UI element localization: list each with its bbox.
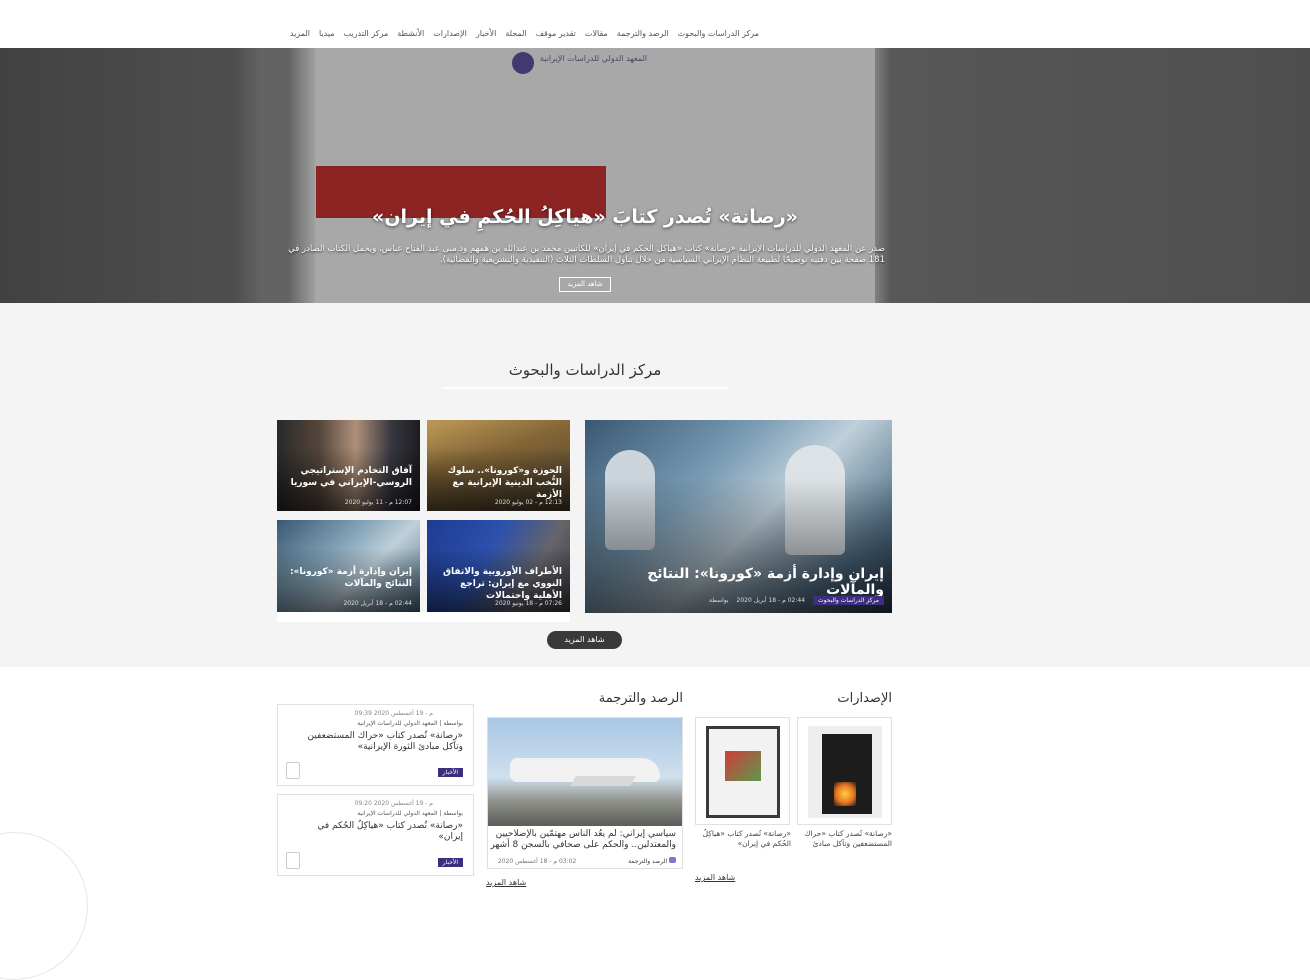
hero-title[interactable]: «رصانة» تُصدر كتابَ «هياكِلُ الحُكمِ في … [0, 206, 1170, 228]
featured-study-title[interactable]: إيران وإدارة أزمة «كورونا»: النتائج والم… [593, 566, 884, 598]
monitoring-card[interactable]: سياسي إيراني: لم يعُد الناس مهتمّين بالإ… [487, 717, 683, 869]
hero-more-button[interactable]: شاهد المزيد [559, 277, 611, 292]
book-cover [706, 726, 780, 818]
study-card-date: 12:13 م - 02 يوليو 2020 [494, 499, 562, 506]
nav-item-news[interactable]: الأخبار [476, 29, 496, 38]
news-card[interactable]: 09:20 م - 19 أغسطس 2020 بواسطة | المعهد … [277, 794, 474, 876]
card-footer-strip [277, 612, 570, 622]
decorative-circle [0, 832, 88, 980]
news-date: 09:39 م - 19 أغسطس 2020 [354, 710, 433, 717]
airplane-image [488, 718, 682, 826]
news-author: بواسطة | المعهد الدولي للدراسات الإيراني… [357, 720, 463, 727]
category-icon [669, 857, 676, 863]
publication-card[interactable] [797, 717, 892, 825]
publication-card[interactable] [695, 717, 790, 825]
study-card[interactable]: الحوزة و«كورونا».. سلوك النُّخب الدينية … [427, 420, 570, 511]
hero-banner: المعهد الدولي للدراسات الإيرانية «رصانة»… [0, 48, 1310, 303]
document-icon [286, 852, 300, 869]
nav-item-media[interactable]: ميديا [319, 29, 335, 38]
nav-item-training[interactable]: مركز التدريب [344, 29, 389, 38]
nav-item-journal[interactable]: المجلة [505, 29, 526, 38]
document-icon [286, 762, 300, 779]
study-card-title[interactable]: الأطراف الأوروبية والاتفاق النووي مع إير… [435, 566, 562, 602]
featured-study-meta: مركز الدراسات والبحوث 02:44 م - 18 أبريل… [709, 596, 884, 605]
monitoring-item-date: 03:02 م - 18 أغسطس 2020 [497, 858, 577, 865]
news-card[interactable]: 09:39 م - 19 أغسطس 2020 بواسطة | المعهد … [277, 704, 474, 786]
nav-item-more[interactable]: المزيد [290, 29, 310, 38]
featured-study-card[interactable]: إيران وإدارة أزمة «كورونا»: النتائج والم… [585, 420, 892, 613]
study-card-title[interactable]: الحوزة و«كورونا».. سلوك النُّخب الدينية … [435, 465, 562, 501]
category-badge[interactable]: مركز الدراسات والبحوث [812, 596, 884, 605]
monitoring-item-title[interactable]: سياسي إيراني: لم يعُد الناس مهتمّين بالإ… [490, 829, 676, 851]
nav-item-position[interactable]: تقدير موقف [536, 29, 576, 38]
news-date: 09:20 م - 19 أغسطس 2020 [354, 800, 433, 807]
study-card-title[interactable]: آفاق التخادم الإستراتيجي الروسي-الإيراني… [285, 465, 412, 489]
study-card[interactable]: الأطراف الأوروبية والاتفاق النووي مع إير… [427, 520, 570, 612]
top-nav: مركز الدراسات والبحوث الرصد والترجمة مقا… [0, 0, 1310, 48]
nav-item-articles[interactable]: مقالات [585, 29, 608, 38]
studies-more-button[interactable]: شاهد المزيد [547, 631, 622, 649]
monitoring-more-link[interactable]: شاهد المزيد [486, 878, 526, 887]
publications-more-link[interactable]: شاهد المزيد [695, 873, 735, 882]
news-category-badge[interactable]: الأخبار [437, 858, 463, 867]
featured-study-by: بواسطة [708, 597, 729, 604]
hero-description: صدر عن المعهد الدولي للدراسات الإيرانية … [288, 244, 885, 265]
book-cover-graphic [725, 751, 761, 781]
study-card[interactable]: إيران وإدارة أزمة «كورونا»: النتائج والم… [277, 520, 420, 612]
nav-menu: مركز الدراسات والبحوث الرصد والترجمة مقا… [290, 29, 759, 38]
publication-caption[interactable]: «رصانة» تُصدر كتاب «هياكِلُ الحُكم في إي… [695, 829, 791, 849]
monitoring-title: الرصد والترجمة [598, 691, 683, 706]
news-title[interactable]: «رصانة» تُصدر كتاب «هياكِلُ الحُكم في إي… [293, 821, 463, 843]
section-underline [443, 387, 727, 389]
news-author: بواسطة | المعهد الدولي للدراسات الإيراني… [357, 810, 463, 817]
airplane-wing [570, 776, 636, 786]
monitoring-item-category[interactable]: الرصد والترجمة [628, 858, 667, 865]
news-title[interactable]: «رصانة» تُصدر كتاب «حراك المستضعفين وتآك… [293, 731, 463, 753]
nav-item-studies[interactable]: مركز الدراسات والبحوث [678, 29, 759, 38]
study-card[interactable]: آفاق التخادم الإستراتيجي الروسي-الإيراني… [277, 420, 420, 511]
study-card-date: 07:26 م - 18 يونيو 2020 [495, 600, 562, 607]
publication-caption[interactable]: «رصانة» تُصدر كتاب «حراك المستضعفين وتآك… [800, 829, 892, 849]
book-cover [808, 726, 882, 818]
study-card-date: 12:07 م - 11 يوليو 2020 [344, 499, 412, 506]
nav-item-publications[interactable]: الإصدارات [433, 29, 467, 38]
publications-title: الإصدارات [837, 691, 892, 706]
nav-item-activities[interactable]: الأنشطة [397, 29, 424, 38]
featured-study-date: 02:44 م - 18 أبريل 2020 [736, 597, 806, 604]
nav-item-monitoring[interactable]: الرصد والترجمة [617, 29, 669, 38]
section-title: مركز الدراسات والبحوث [508, 361, 662, 379]
news-category-badge[interactable]: الأخبار [437, 768, 463, 777]
study-card-date: 02:44 م - 18 أبريل 2020 [343, 600, 412, 607]
book-flame-graphic [834, 782, 856, 806]
monitoring-item-meta: الرصد والترجمة 03:02 م - 18 أغسطس 2020 [498, 857, 676, 865]
study-card-title[interactable]: إيران وإدارة أزمة «كورونا»: النتائج والم… [285, 566, 412, 590]
